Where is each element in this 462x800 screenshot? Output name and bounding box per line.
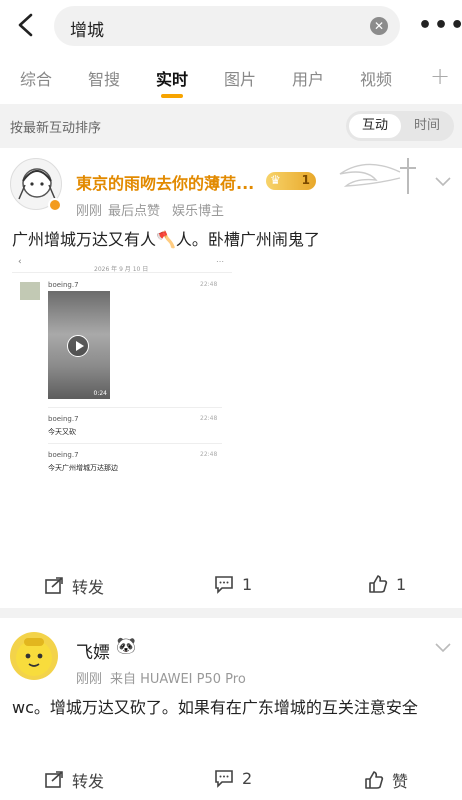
chat-message: 今天又砍: [48, 428, 76, 436]
embedded-screenshot[interactable]: ‹ 2026 年 9 月 10 日 ⋯ boeing.7 22:48 0:24 …: [12, 255, 232, 475]
screenshot-back-icon: ‹: [18, 257, 22, 267]
repost-icon: [45, 771, 63, 788]
search-query[interactable]: 增城: [70, 16, 104, 41]
add-tab-icon[interactable]: +: [430, 62, 450, 90]
like-count: 1: [396, 574, 407, 594]
avatar[interactable]: [10, 632, 58, 680]
repost-label: 转发: [72, 578, 105, 597]
tab-users[interactable]: 用户: [292, 66, 324, 90]
comment-icon: [215, 576, 233, 594]
chat-time: 22:48: [200, 415, 218, 422]
comment-button[interactable]: 2: [214, 768, 252, 788]
chat-video-thumbnail[interactable]: 0:24: [48, 291, 110, 399]
chat-time: 22:48: [200, 281, 218, 288]
video-duration: 0:24: [93, 390, 107, 397]
search-input[interactable]: 增城 ✕: [54, 6, 400, 46]
clear-search-icon[interactable]: ✕: [370, 17, 388, 35]
post-text: wc。增城万达又砍了。如果有在广东增城的互关注意安全: [12, 698, 418, 717]
post-time: 刚刚: [76, 672, 103, 687]
chat-avatar: [20, 282, 40, 300]
screenshot-date: 2026 年 9 月 10 日: [94, 266, 149, 273]
sort-option-interaction[interactable]: 互动: [349, 114, 401, 138]
like-button[interactable]: 1: [368, 574, 406, 594]
comment-icon: [215, 770, 233, 788]
tab-comprehensive[interactable]: 综合: [20, 66, 52, 90]
tab-images[interactable]: 图片: [224, 66, 256, 90]
repost-icon: [45, 577, 63, 594]
chat-sender: boeing.7: [48, 451, 79, 459]
tab-smart-search[interactable]: 智搜: [88, 66, 120, 90]
comment-count: 2: [242, 768, 253, 788]
like-label: 赞: [392, 772, 409, 791]
sort-label: 按最新互动排序: [10, 121, 102, 136]
search-tabs: 综合 智搜 实时 图片 用户 视频: [0, 56, 462, 100]
play-icon[interactable]: [67, 335, 89, 357]
panda-emoji-icon: 🐼: [116, 636, 136, 655]
repost-button[interactable]: 转发: [44, 768, 104, 792]
yellow-character-avatar-icon: [16, 638, 52, 676]
repost-label: 转发: [72, 772, 105, 791]
post-username[interactable]: 東京的雨吻去你的薄荷...: [76, 170, 254, 194]
thumbs-up-icon: [365, 771, 384, 789]
chevron-down-icon[interactable]: [434, 642, 452, 654]
active-tab-indicator: [161, 94, 183, 98]
post-divider: [0, 608, 462, 618]
sort-bar: 按最新互动排序 互动 时间: [0, 104, 462, 148]
post-username[interactable]: 飞嫖: [76, 638, 110, 663]
comment-button[interactable]: 1: [214, 574, 252, 594]
vip-badge: ♛ 1: [266, 172, 316, 190]
search-bar: 增城 ✕ •••: [0, 0, 462, 52]
chat-sender: boeing.7: [48, 415, 79, 423]
back-arrow-icon[interactable]: [14, 12, 38, 38]
post-source: 最后点赞: [108, 204, 161, 219]
chat-sender: boeing.7: [48, 281, 79, 289]
tab-realtime[interactable]: 实时: [156, 66, 188, 90]
screenshot-header: ‹ 2026 年 9 月 10 日 ⋯: [12, 255, 232, 273]
post-actions: 转发 2 赞: [0, 760, 462, 800]
vip-level: 1: [301, 173, 310, 187]
post-time: 刚刚: [76, 204, 103, 219]
post-text: 广州增城万达又有人🪓人。卧槽广州闹鬼了: [12, 230, 320, 249]
repost-button[interactable]: 转发: [44, 574, 104, 598]
post-actions: 转发 1 1: [0, 566, 462, 606]
winged-cross-decoration-icon: [339, 158, 416, 194]
post-tag: 娱乐博主: [172, 204, 225, 219]
like-button[interactable]: 赞: [364, 768, 408, 792]
verified-badge-icon: [48, 198, 62, 212]
more-menu-icon[interactable]: •••: [418, 13, 462, 38]
chat-message: 今天广州增城万达那边: [48, 464, 118, 472]
chat-time: 22:48: [200, 451, 218, 458]
screenshot-menu-icon: ⋯: [216, 257, 224, 266]
post-card[interactable]: 飞嫖 🐼 刚刚 来自 HUAWEI P50 Pro wc。增城万达又砍了。如果有…: [0, 618, 462, 800]
sort-option-time[interactable]: 时间: [401, 114, 453, 138]
thumbs-up-icon: [369, 575, 388, 593]
tab-videos[interactable]: 视频: [360, 66, 392, 90]
chevron-down-icon[interactable]: [434, 176, 452, 188]
sort-toggle: 互动 时间: [346, 111, 454, 141]
post-source: 来自 HUAWEI P50 Pro: [110, 672, 246, 687]
comment-count: 1: [242, 574, 253, 594]
